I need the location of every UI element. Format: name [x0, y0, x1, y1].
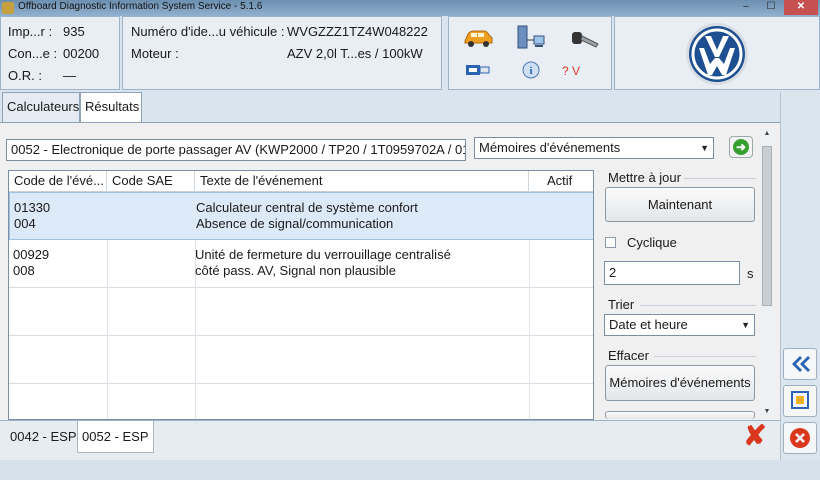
collapse-button[interactable]	[783, 348, 817, 380]
volkswagen-logo	[686, 23, 748, 85]
car-icon[interactable]	[462, 28, 494, 48]
frame-button[interactable]	[783, 385, 817, 417]
now-button[interactable]: Maintenant	[605, 187, 755, 222]
usb-icon[interactable]	[464, 62, 492, 78]
divider	[654, 356, 756, 357]
memory-type-select[interactable]: Mémoires d'événements ▼	[474, 137, 714, 159]
bottom-tab-0042[interactable]: 0042 - ESP	[6, 421, 81, 453]
event-detail: Absence de signal/communication	[196, 216, 394, 231]
stop-icon	[790, 428, 810, 448]
or-value: —	[63, 68, 76, 83]
col-active[interactable]: Actif	[529, 171, 593, 191]
sort-label: Trier	[608, 297, 635, 312]
cancel-x-icon[interactable]: ✘	[742, 422, 768, 450]
table-row[interactable]: 00929 008 Unité de fermeture du verrouil…	[9, 240, 593, 288]
chevron-down-icon: ▼	[700, 143, 709, 153]
vin-value: WVGZZZ1TZ4W048222	[287, 24, 428, 39]
table-row-empty	[9, 336, 593, 384]
cyclic-checkbox[interactable]	[605, 237, 616, 248]
event-subcode: 008	[13, 263, 35, 278]
close-window-button[interactable]: ✕	[784, 0, 818, 15]
event-text: Unité de fermeture du verrouillage centr…	[195, 247, 451, 262]
network-icon[interactable]	[516, 24, 546, 52]
imp-label: Imp...r :	[8, 24, 53, 39]
chevron-down-icon: ▼	[741, 320, 750, 330]
imp-value: 935	[63, 24, 85, 39]
extra-button[interactable]	[605, 411, 755, 419]
scroll-thumb[interactable]	[762, 146, 772, 306]
title-bar: Offboard Diagnostic Information System S…	[0, 0, 820, 16]
event-table: Code de l'évé... Code SAE Texte de l'évé…	[8, 170, 594, 420]
update-label: Mettre à jour	[608, 170, 681, 185]
app-icon	[2, 2, 14, 14]
cyclic-label: Cyclique	[627, 235, 677, 250]
status-bar	[0, 460, 820, 480]
table-header: Code de l'évé... Code SAE Texte de l'évé…	[9, 171, 593, 192]
tab-resultats[interactable]: Résultats	[80, 92, 142, 122]
divider	[640, 305, 756, 306]
arrow-right-icon: ➜	[733, 139, 749, 155]
table-row-empty	[9, 288, 593, 336]
double-chevron-left-icon	[792, 356, 810, 372]
event-code: 01330	[14, 200, 51, 215]
con-label: Con...e :	[8, 46, 58, 61]
maximize-button[interactable]: ☐	[759, 0, 783, 15]
divider	[684, 178, 756, 179]
memory-type-value: Mémoires d'événements	[479, 140, 621, 155]
scrollbar[interactable]: ▲ ▼	[761, 128, 773, 418]
event-code: 00929	[13, 247, 50, 262]
clear-memories-button[interactable]: Mémoires d'événements	[605, 365, 755, 401]
con-value: 00200	[63, 46, 100, 61]
frame-icon	[791, 391, 809, 409]
bottom-tab-0052[interactable]: 0052 - ESP	[77, 421, 154, 453]
event-detail: côté pass. AV, Signal non plausible	[195, 263, 396, 278]
sort-select[interactable]: Date et heure ▼	[604, 314, 755, 336]
window-title: Offboard Diagnostic Information System S…	[18, 1, 263, 12]
col-event-text[interactable]: Texte de l'événement	[195, 171, 529, 191]
engine-label: Moteur :	[131, 46, 179, 61]
go-button[interactable]: ➜	[729, 136, 753, 158]
interval-input[interactable]: 2	[604, 261, 740, 285]
minimize-button[interactable]: –	[734, 0, 758, 15]
key-icon[interactable]	[570, 28, 602, 50]
col-sae-code[interactable]: Code SAE	[107, 171, 195, 191]
help-version-button[interactable]: ? V	[562, 64, 580, 78]
ecu-field[interactable]: 0052 - Electronique de porte passager AV…	[6, 139, 466, 161]
vin-label: Numéro d'ide...u véhicule :	[131, 24, 285, 39]
or-label: O.R. :	[8, 68, 42, 83]
svg-text:i: i	[529, 65, 532, 77]
engine-value: AZV 2,0l T...es / 100kW	[287, 46, 423, 61]
stop-button[interactable]	[783, 422, 817, 454]
scroll-up-icon[interactable]: ▲	[761, 128, 773, 140]
tab-calculateurs[interactable]: Calculateurs	[2, 92, 80, 122]
sort-value: Date et heure	[609, 317, 688, 332]
interval-unit: s	[747, 266, 754, 281]
col-event-code[interactable]: Code de l'évé...	[9, 171, 107, 191]
table-row[interactable]: 01330 004 Calculateur central de système…	[9, 192, 593, 240]
clear-label: Effacer	[608, 348, 649, 363]
scroll-down-icon[interactable]: ▼	[761, 406, 773, 418]
info-icon[interactable]: i	[522, 61, 540, 79]
event-text: Calculateur central de système confort	[196, 200, 418, 215]
event-subcode: 004	[14, 216, 36, 231]
